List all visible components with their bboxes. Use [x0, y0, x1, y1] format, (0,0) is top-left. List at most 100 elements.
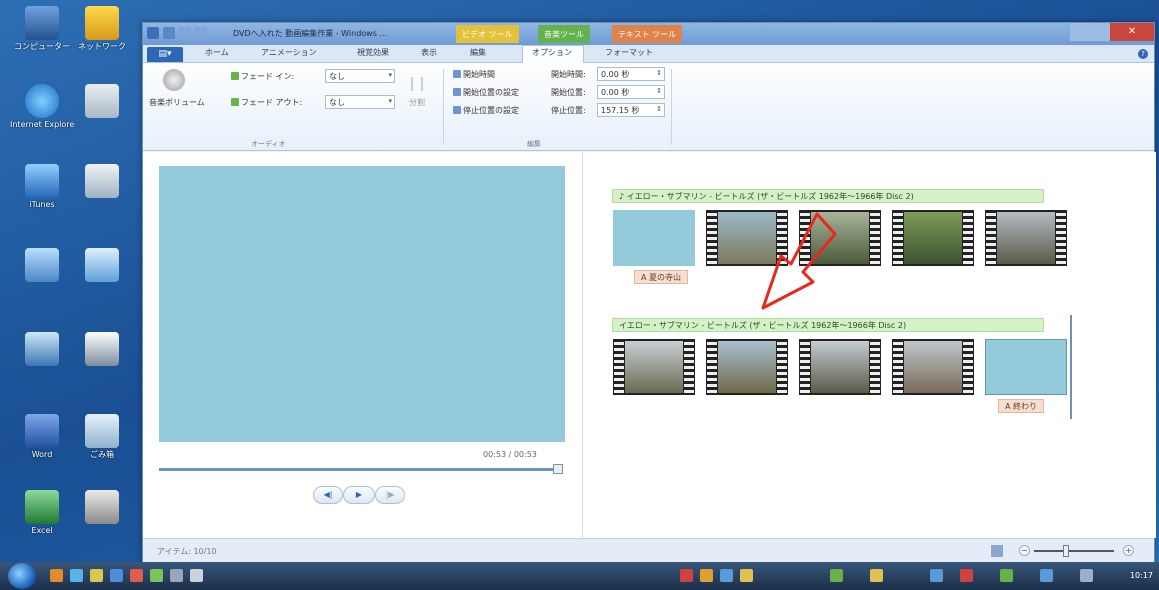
clip-video[interactable]: [613, 339, 695, 395]
clock-icon: [453, 70, 461, 78]
caption-2[interactable]: A 終わり: [998, 399, 1045, 413]
recycle-bin-icon[interactable]: ごみ箱: [70, 414, 134, 460]
tab-animations[interactable]: アニメーション: [261, 47, 317, 58]
network-icon[interactable]: ネットワーク: [70, 6, 134, 52]
stepper-icon: ⇕: [656, 69, 662, 77]
undo-icon[interactable]: [179, 27, 191, 39]
program-icon[interactable]: [10, 332, 74, 368]
fade-out-select[interactable]: なし ▾: [325, 95, 395, 109]
program-icon[interactable]: [70, 490, 134, 526]
tray-icon[interactable]: [700, 569, 713, 582]
clip-title[interactable]: [613, 210, 695, 266]
internet-explorer-icon[interactable]: Internet Explorer: [10, 84, 74, 130]
taskbar-app-icon[interactable]: [70, 569, 83, 582]
music-track-2[interactable]: イエロー・サブマリン - ビートルズ (ザ・ビートルズ 1962年〜1966年 …: [612, 318, 1044, 332]
close-button[interactable]: ✕: [1110, 23, 1154, 41]
program-icon[interactable]: [70, 248, 134, 284]
text-tools-tab[interactable]: テキスト ツール: [612, 25, 683, 43]
item-count: アイテム: 10/10: [157, 547, 217, 556]
seek-bar[interactable]: [159, 468, 559, 471]
tray-icon[interactable]: [680, 569, 693, 582]
start-time-input[interactable]: 0.00 秒 ⇕: [597, 67, 665, 81]
zoom-slider[interactable]: [1034, 550, 1114, 552]
save-icon[interactable]: [163, 27, 175, 39]
storyboard: ♪ イエロー・サブマリン - ビートルズ (ザ・ビートルズ 1962年〜1966…: [584, 152, 1156, 538]
stepper-icon: ⇕: [656, 105, 662, 113]
taskbar: 10:17: [0, 562, 1159, 590]
zoom-thumb[interactable]: [1063, 545, 1069, 557]
redo-icon[interactable]: [195, 27, 207, 39]
document-icon[interactable]: [70, 84, 134, 120]
fade-in-select[interactable]: なし ▾: [325, 69, 395, 83]
group-separator: [671, 69, 672, 145]
zoom-in-button[interactable]: +: [1123, 545, 1134, 556]
fade-out-icon: [231, 98, 239, 106]
clock[interactable]: 10:17: [1130, 571, 1153, 580]
music-tools-tab[interactable]: 音楽ツール: [538, 25, 590, 43]
next-frame-button[interactable]: |▶: [375, 486, 405, 504]
clip-video[interactable]: [985, 210, 1067, 266]
split-button[interactable]: 分割: [405, 77, 429, 117]
tab-visual-effects[interactable]: 視覚効果: [357, 47, 389, 58]
music-track-1[interactable]: ♪ イエロー・サブマリン - ビートルズ (ザ・ビートルズ 1962年〜1966…: [612, 189, 1044, 203]
program-icon[interactable]: [10, 248, 74, 284]
set-start-point-button[interactable]: 開始位置の設定: [453, 87, 519, 98]
tray-icon[interactable]: [720, 569, 733, 582]
music-volume-button[interactable]: 音楽ボリューム: [149, 69, 205, 121]
zoom-out-button[interactable]: −: [1019, 545, 1030, 556]
tab-edit[interactable]: 編集: [470, 47, 486, 58]
shortcut-icon[interactable]: [70, 164, 134, 200]
taskbar-app-icon[interactable]: [130, 569, 143, 582]
start-point-label: 開始位置:: [551, 88, 586, 97]
start-button[interactable]: [8, 563, 36, 589]
clip-video[interactable]: [799, 339, 881, 395]
clip-credits[interactable]: [985, 339, 1067, 395]
tab-options[interactable]: オプション: [532, 47, 572, 58]
file-menu-button[interactable]: ▤▾: [147, 47, 183, 62]
tab-view[interactable]: 表示: [421, 47, 437, 58]
taskbar-app-icon[interactable]: [150, 569, 163, 582]
previous-frame-button[interactable]: ◀|: [313, 486, 343, 504]
taskbar-app-icon[interactable]: [110, 569, 123, 582]
taskbar-app-icon[interactable]: [190, 569, 203, 582]
help-icon[interactable]: ?: [1138, 49, 1148, 59]
storyboard-view-icon[interactable]: [991, 545, 1003, 557]
excel-icon[interactable]: Excel: [10, 490, 74, 536]
end-point-label: 停止位置:: [551, 106, 586, 115]
program-icon[interactable]: [70, 332, 134, 368]
tray-icon[interactable]: [740, 569, 753, 582]
taskbar-app-icon[interactable]: [170, 569, 183, 582]
video-tools-tab[interactable]: ビデオ ツール: [456, 25, 519, 43]
caption-1[interactable]: A 夏の寺山: [634, 270, 689, 284]
video-preview[interactable]: [159, 166, 565, 442]
tray-icon[interactable]: [870, 569, 883, 582]
app-icon[interactable]: [147, 27, 159, 39]
clip-video[interactable]: [892, 339, 974, 395]
seek-thumb[interactable]: [553, 464, 563, 474]
speaker-icon: [163, 69, 185, 91]
tab-home[interactable]: ホーム: [205, 47, 229, 58]
fade-out-label: フェード アウト:: [231, 97, 302, 108]
tab-format[interactable]: フォーマット: [605, 47, 653, 58]
end-point-input[interactable]: 157.15 秒 ⇕: [597, 103, 665, 117]
start-point-input[interactable]: 0.00 秒 ⇕: [597, 85, 665, 99]
clip-video[interactable]: [706, 339, 788, 395]
tray-icon[interactable]: [830, 569, 843, 582]
tray-icon[interactable]: [1040, 569, 1053, 582]
set-end-point-button[interactable]: 停止位置の設定: [453, 105, 519, 116]
window-controls[interactable]: [1070, 23, 1110, 41]
itunes-icon[interactable]: iTunes: [10, 164, 74, 210]
tray-icon[interactable]: [1080, 569, 1093, 582]
play-button[interactable]: ▶: [343, 486, 375, 504]
taskbar-app-icon[interactable]: [50, 569, 63, 582]
taskbar-app-icon[interactable]: [90, 569, 103, 582]
tray-icon[interactable]: [1000, 569, 1013, 582]
tray-icon[interactable]: [930, 569, 943, 582]
clip-video[interactable]: [892, 210, 974, 266]
tray-icon[interactable]: [960, 569, 973, 582]
computer-icon[interactable]: コンピューター: [10, 6, 74, 52]
chevron-down-icon: ▾: [388, 71, 392, 79]
edit-group-label: 編集: [527, 140, 541, 148]
word-icon[interactable]: Word: [10, 414, 74, 460]
set-start-time-button[interactable]: 開始時間: [453, 69, 495, 80]
